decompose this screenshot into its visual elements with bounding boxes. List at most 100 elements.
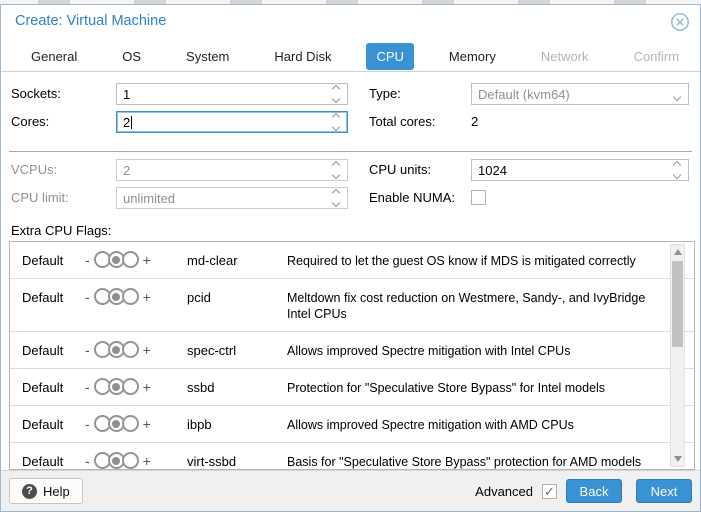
flag-tristate-control: - + <box>85 341 187 358</box>
enable-numa-checkbox[interactable] <box>471 190 486 205</box>
flag-description: Protection for "Speculative Store Bypass… <box>287 378 662 396</box>
cpu-flag-row: Default - + md-clear Required to let the… <box>10 242 694 279</box>
flag-tristate-control: - + <box>85 251 187 268</box>
flag-description: Meltdown fix cost reduction on Westmere,… <box>287 288 662 322</box>
flag-on-radio[interactable] <box>122 415 139 432</box>
cpu-limit-label: CPU limit: <box>11 187 69 209</box>
flag-plus-label: + <box>143 289 151 305</box>
flag-minus-label: - <box>85 342 90 358</box>
scroll-down-icon[interactable] <box>674 456 682 462</box>
cpu-flag-row: Default - + ssbd Protection for "Specula… <box>10 369 694 406</box>
cpu-flags-table: Default - + md-clear Required to let the… <box>9 241 695 470</box>
tab-system[interactable]: System <box>176 43 239 70</box>
close-icon[interactable] <box>670 12 690 32</box>
flag-minus-label: - <box>85 379 90 395</box>
flag-description: Basis for "Speculative Store Bypass" pro… <box>287 452 662 470</box>
tab-os[interactable]: OS <box>112 43 151 70</box>
tab-memory[interactable]: Memory <box>439 43 506 70</box>
tab-network[interactable]: Network <box>531 43 599 70</box>
flag-on-radio[interactable] <box>122 378 139 395</box>
flag-name: ibpb <box>187 415 287 432</box>
flag-tristate-control: - + <box>85 415 187 432</box>
cpu-flags-rows: Default - + md-clear Required to let the… <box>10 242 694 470</box>
flag-minus-label: - <box>85 252 90 268</box>
tab-general[interactable]: General <box>21 43 87 70</box>
footer-actions: Advanced Back Next <box>475 479 692 503</box>
advanced-section-divider <box>9 151 692 152</box>
tab-bar: General OS System Hard Disk CPU Memory N… <box>1 41 700 72</box>
flag-plus-label: + <box>143 379 151 395</box>
flag-default-label: Default <box>22 341 85 358</box>
flag-name: pcid <box>187 288 287 305</box>
spinner-up-down-icon[interactable] <box>327 111 347 133</box>
sockets-spinner[interactable]: 1 <box>116 83 348 105</box>
flag-on-radio[interactable] <box>122 452 139 469</box>
flag-minus-label: - <box>85 289 90 305</box>
advanced-checkbox[interactable] <box>542 484 557 499</box>
create-vm-dialog: Create: Virtual Machine General OS Syste… <box>0 4 701 512</box>
flag-name: md-clear <box>187 251 287 268</box>
flag-description: Allows improved Spectre mitigation with … <box>287 415 662 433</box>
flag-default-label: Default <box>22 288 85 305</box>
sockets-label: Sockets: <box>11 83 61 105</box>
flag-default-label: Default <box>22 415 85 432</box>
tab-cpu[interactable]: CPU <box>366 43 413 70</box>
flag-default-label: Default <box>22 378 85 395</box>
next-button[interactable]: Next <box>636 479 692 503</box>
question-circle-icon: ? <box>22 484 37 499</box>
flag-on-radio[interactable] <box>122 251 139 268</box>
cpu-flag-row: Default - + spec-ctrl Allows improved Sp… <box>10 332 694 369</box>
cpu-flag-row: Default - + ibpb Allows improved Spectre… <box>10 406 694 443</box>
cores-label: Cores: <box>11 111 49 133</box>
back-button[interactable]: Back <box>566 479 622 503</box>
type-combo[interactable]: Default (kvm64) <box>471 83 689 105</box>
cores-spinner[interactable]: 2 <box>116 111 348 133</box>
flag-name: spec-ctrl <box>187 341 287 358</box>
flag-on-radio[interactable] <box>122 288 139 305</box>
help-button-label: Help <box>43 484 70 499</box>
tab-hard-disk[interactable]: Hard Disk <box>264 43 341 70</box>
text-caret <box>131 116 132 129</box>
flag-name: virt-ssbd <box>187 452 287 469</box>
flag-tristate-control: - + <box>85 288 187 305</box>
cpu-units-spinner[interactable]: 1024 <box>471 159 689 181</box>
flag-minus-label: - <box>85 416 90 432</box>
cpu-flag-row: Default - + pcid Meltdown fix cost reduc… <box>10 279 694 332</box>
flag-tristate-control: - + <box>85 378 187 395</box>
total-cores-value: 2 <box>471 111 478 133</box>
flag-tristate-control: - + <box>85 452 187 469</box>
flag-plus-label: + <box>143 342 151 358</box>
vcpus-label: VCPUs: <box>11 159 57 181</box>
cpu-limit-spinner: unlimited <box>116 187 348 209</box>
flag-description: Allows improved Spectre mitigation with … <box>287 341 662 359</box>
help-button[interactable]: ? Help <box>9 478 83 504</box>
chevron-down-icon[interactable] <box>666 86 688 103</box>
dialog-title: Create: Virtual Machine <box>15 13 166 29</box>
screen: Create: Virtual Machine General OS Syste… <box>0 0 701 512</box>
flag-default-label: Default <box>22 452 85 469</box>
extra-cpu-flags-label: Extra CPU Flags: <box>11 223 111 238</box>
cpu-flag-row: Default - + virt-ssbd Basis for "Specula… <box>10 443 694 470</box>
dialog-footer: ? Help Advanced Back Next <box>1 470 700 511</box>
spinner-up-down-icon[interactable] <box>327 83 347 105</box>
flags-scrollbar[interactable] <box>670 244 685 467</box>
flag-minus-label: - <box>85 453 90 469</box>
scroll-up-icon[interactable] <box>674 249 682 255</box>
flag-default-label: Default <box>22 251 85 268</box>
tab-confirm[interactable]: Confirm <box>624 43 690 70</box>
spinner-up-down-icon <box>327 159 347 181</box>
scrollbar-thumb[interactable] <box>672 261 683 347</box>
spinner-up-down-icon[interactable] <box>668 159 688 181</box>
flag-plus-label: + <box>143 453 151 469</box>
flag-description: Required to let the guest OS know if MDS… <box>287 251 662 269</box>
cpu-units-label: CPU units: <box>369 159 431 181</box>
vcpus-spinner: 2 <box>116 159 348 181</box>
advanced-label: Advanced <box>475 484 533 499</box>
flag-plus-label: + <box>143 252 151 268</box>
flag-name: ssbd <box>187 378 287 395</box>
total-cores-label: Total cores: <box>369 111 435 133</box>
type-label: Type: <box>369 83 401 105</box>
flag-plus-label: + <box>143 416 151 432</box>
flag-on-radio[interactable] <box>122 341 139 358</box>
spinner-up-down-icon <box>327 187 347 209</box>
